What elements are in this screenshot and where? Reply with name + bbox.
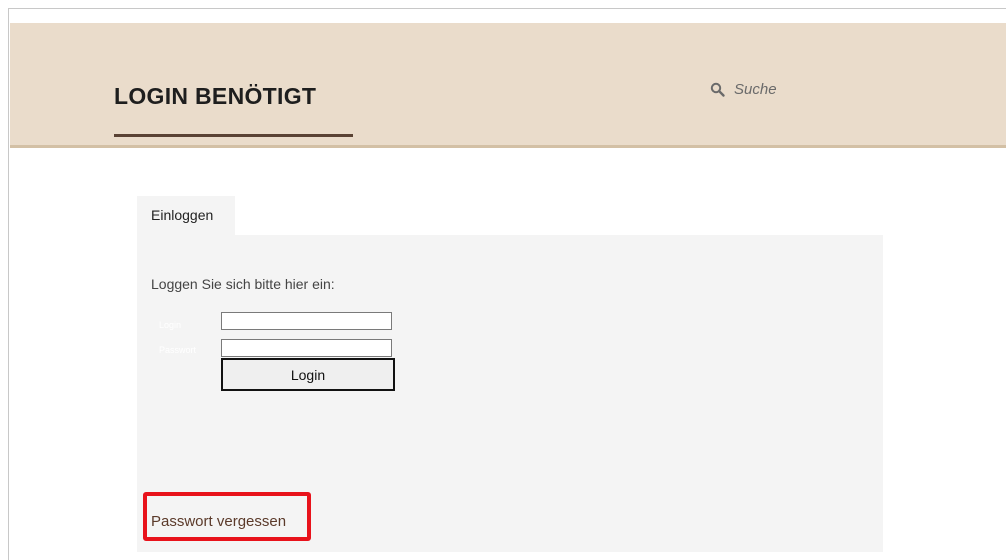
search-icon (710, 82, 726, 98)
search-field[interactable]: Suche (710, 81, 777, 98)
login-intro-text: Loggen Sie sich bitte hier ein: (151, 276, 335, 292)
login-field[interactable] (221, 312, 392, 330)
page-title: LOGIN BENÖTIGT (114, 83, 317, 109)
login-field-label: Login (159, 320, 182, 330)
tab-einloggen[interactable]: Einloggen (137, 196, 235, 235)
login-button[interactable]: Login (221, 358, 395, 391)
password-field[interactable] (221, 339, 392, 357)
password-field-label: Passwort (159, 345, 197, 355)
forgot-password-link[interactable]: Passwort vergessen (151, 513, 286, 530)
search-placeholder[interactable]: Suche (734, 81, 777, 98)
title-underline (114, 134, 353, 137)
